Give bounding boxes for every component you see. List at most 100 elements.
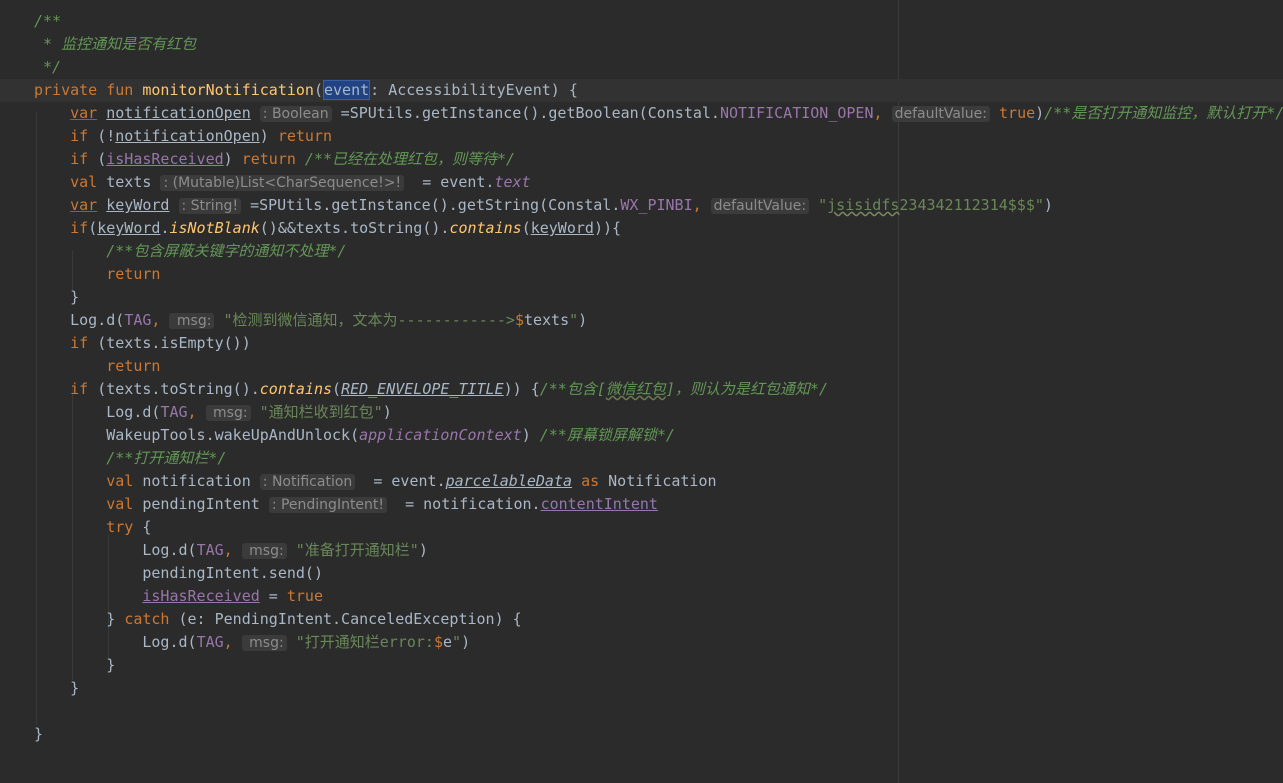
code-line[interactable]: try { (34, 516, 1283, 539)
code-line[interactable]: * 监控通知是否有红包 (34, 33, 1283, 56)
code-token-kwvar[interactable]: var (70, 196, 97, 214)
code-line[interactable] (34, 700, 1283, 723)
code-token-keyword[interactable]: if (70, 127, 88, 145)
code-token-plain[interactable]: (e: PendingIntent.CanceledException) { (169, 610, 521, 628)
code-token-comment[interactable]: * 监控通知是否有红包 (34, 35, 196, 53)
code-token-plain[interactable]: } (106, 610, 124, 628)
code-token-fn[interactable]: monitorNotification (142, 81, 314, 99)
code-token-plain[interactable]: } (34, 725, 43, 743)
code-token-plain[interactable]: ()&&texts.toString(). (260, 219, 450, 237)
code-token-keyword[interactable]: , (188, 403, 206, 421)
code-token-plain[interactable]: pendingIntent (133, 495, 268, 513)
code-token-const[interactable]: TAG (197, 633, 224, 651)
code-token-keyword[interactable]: , (224, 633, 242, 651)
code-line[interactable]: */ (34, 56, 1283, 79)
code-token-plain[interactable]: event (391, 472, 436, 490)
code-token-plain[interactable]: ( (332, 380, 341, 398)
code-token-const[interactable]: TAG (124, 311, 151, 329)
code-token-plain[interactable]: ( (522, 219, 531, 237)
code-token-plain[interactable] (251, 104, 260, 122)
code-token-string[interactable]: "准备打开通知栏" (287, 541, 419, 559)
code-line[interactable]: private fun monitorNotification(event: A… (0, 79, 1283, 102)
code-token-mutprop[interactable]: isHasReceived (142, 587, 259, 605)
code-token-plain[interactable]: ) (224, 150, 242, 168)
code-token-mutvar[interactable]: notificationOpen (106, 104, 251, 122)
code-token-plain[interactable]: . (437, 472, 446, 490)
code-token-commentref[interactable]: 微信红包 (606, 380, 666, 398)
code-line[interactable]: } catch (e: PendingIntent.CanceledExcept… (34, 608, 1283, 631)
code-line[interactable]: /** (34, 10, 1283, 33)
code-token-keyword[interactable]: , (151, 311, 169, 329)
code-token-plain[interactable]: = (260, 587, 287, 605)
code-line[interactable]: if (!notificationOpen) return (34, 125, 1283, 148)
code-token-plain[interactable]: Notification (599, 472, 716, 490)
code-token-plain[interactable]: { (133, 518, 151, 536)
code-line[interactable]: Log.d(TAG, msg: "准备打开通知栏") (34, 539, 1283, 562)
code-token-kwvar[interactable]: var (70, 104, 97, 122)
code-token-plain[interactable]: = (355, 472, 391, 490)
code-token-ext[interactable]: contains (449, 219, 521, 237)
code-token-string[interactable]: " (452, 633, 461, 651)
code-token-mutvar[interactable]: notificationOpen (115, 127, 260, 145)
code-line[interactable]: /**打开通知栏*/ (34, 447, 1283, 470)
code-token-string[interactable]: "打开通知栏error: (287, 633, 434, 651)
code-token-plain[interactable]: } (106, 656, 115, 674)
code-token-plain[interactable] (97, 104, 106, 122)
code-line[interactable]: return (34, 355, 1283, 378)
code-token-comment[interactable]: ]，则认为是红包通知*/ (666, 380, 828, 398)
code-token-plain[interactable]: (! (88, 127, 115, 145)
code-line[interactable]: var keyWord : String! =SPUtils.getInstan… (34, 194, 1283, 217)
code-token-keyword[interactable]: val (106, 495, 133, 513)
code-token-comment[interactable]: /**包含屏蔽关键字的通知不处理*/ (106, 242, 346, 260)
code-token-plain[interactable]: Log.d( (142, 541, 196, 559)
code-token-plain[interactable]: ) (1035, 104, 1044, 122)
code-token-keyword[interactable]: val (106, 472, 133, 490)
code-token-plain[interactable]: WakeupTools.wakeUpAndUnlock( (106, 426, 359, 444)
code-token-plain[interactable]: texts (97, 173, 160, 191)
code-line[interactable]: val texts : (Mutable)List<CharSequence!>… (34, 171, 1283, 194)
code-token-plain[interactable]: ) (578, 311, 587, 329)
code-token-keyword[interactable]: $ (515, 311, 524, 329)
code-token-plain[interactable]: Log.d( (70, 311, 124, 329)
code-token-mutvar[interactable]: keyWord (97, 219, 160, 237)
code-token-plain[interactable] (572, 472, 581, 490)
code-token-keyword[interactable]: $ (434, 633, 443, 651)
code-token-keyword[interactable]: return (278, 127, 332, 145)
code-token-plain[interactable]: ( (88, 150, 106, 168)
code-token-plain[interactable]: notification (133, 472, 259, 490)
code-lines[interactable]: /** * 监控通知是否有红包 */ private fun monitorNot… (0, 10, 1283, 746)
code-token-keyword[interactable]: if (70, 150, 88, 168)
code-token-plain[interactable]: Log.d( (106, 403, 160, 421)
code-token-plain[interactable]: =SPUtils.getInstance().getBoolean(Consta… (332, 104, 720, 122)
code-token-comment[interactable]: /**打开通知栏*/ (106, 449, 226, 467)
code-token-plain[interactable]: ( (314, 81, 323, 99)
code-token-keyword[interactable]: return (242, 150, 296, 168)
code-token-const[interactable]: NOTIFICATION_OPEN (720, 104, 874, 122)
code-token-keyword[interactable]: return (106, 357, 160, 375)
code-token-plain[interactable] (97, 196, 106, 214)
code-line[interactable]: pendingIntent.send() (34, 562, 1283, 585)
code-token-plain[interactable]: e (443, 633, 452, 651)
code-editor[interactable]: /** * 监控通知是否有红包 */ private fun monitorNot… (0, 0, 1283, 783)
code-token-comment[interactable]: /**已经在处理红包，则等待*/ (296, 150, 515, 168)
code-token-keyword[interactable]: , (224, 541, 242, 559)
code-token-keyword[interactable]: true (287, 587, 323, 605)
code-line[interactable]: /**包含屏蔽关键字的通知不处理*/ (34, 240, 1283, 263)
code-token-plain[interactable]: event (440, 173, 485, 191)
code-token-const[interactable]: TAG (160, 403, 187, 421)
code-line[interactable]: } (34, 286, 1283, 309)
code-token-plain[interactable]: = (404, 173, 440, 191)
code-token-plain[interactable]: (texts.toString(). (88, 380, 260, 398)
code-token-mutprop[interactable]: isHasReceived (106, 150, 223, 168)
code-token-comment[interactable]: /**包含[ (540, 380, 606, 398)
code-token-keyword[interactable]: try (106, 518, 133, 536)
code-line[interactable]: if (texts.toString().contains(RED_ENVELO… (34, 378, 1283, 401)
code-token-keyword[interactable]: if (70, 380, 88, 398)
code-line[interactable]: return (34, 263, 1283, 286)
code-token-keyword[interactable]: val (70, 173, 97, 191)
code-token-stringtypo[interactable]: jsisidfs (827, 196, 899, 214)
code-token-plain[interactable]: )){ (594, 219, 621, 237)
code-token-comment[interactable]: /** (34, 12, 61, 30)
code-line[interactable]: Log.d(TAG, msg: "打开通知栏error:$e") (34, 631, 1283, 654)
code-token-plain[interactable]: ) (419, 541, 428, 559)
